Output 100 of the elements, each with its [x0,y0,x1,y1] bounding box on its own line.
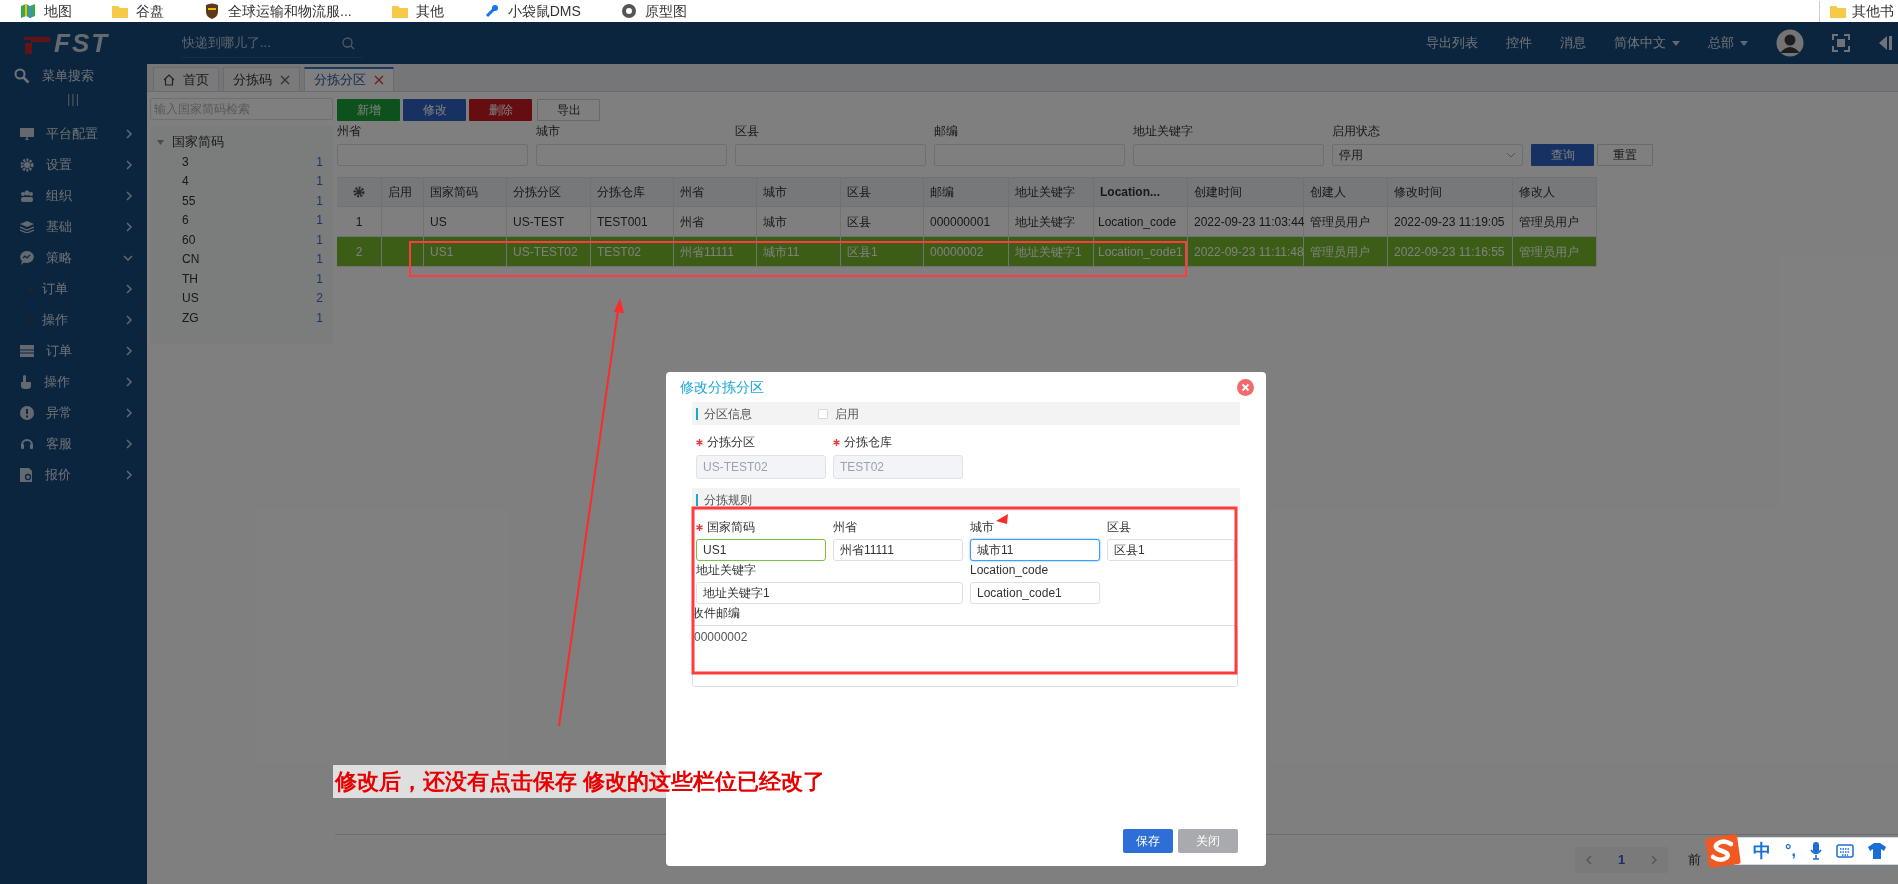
search-button[interactable]: 查询 [1531,144,1594,166]
column-header[interactable]: Location... [1094,178,1188,206]
checkbox[interactable]: 启用 [817,404,859,423]
sidebar-item[interactable]: 基础 [0,211,147,242]
sidebar-item[interactable]: 操作 [0,366,147,397]
nav-link[interactable]: 总部 [1708,33,1748,53]
gear-icon [20,157,34,172]
column-header[interactable]: 国家简码 [424,178,507,206]
field-label: 区县 [1107,519,1131,536]
shirt-icon[interactable] [1867,843,1886,859]
table-cell: 2022-09-23 11:03:44 [1188,207,1304,236]
bookmark[interactable]: 地图 [20,1,72,21]
sidebar-subitem[interactable]: 操作 [0,304,147,335]
nav-link[interactable]: 导出列表 [1426,33,1478,53]
column-header[interactable]: 州省 [674,178,757,206]
column-header[interactable]: 分拣仓库 [591,178,674,206]
column-header[interactable]: 地址关键字 [1009,178,1094,206]
tab[interactable]: 首页 [153,67,219,91]
column-header[interactable]: 创建人 [1304,178,1388,206]
tree-node[interactable]: 4 [182,172,189,191]
bookmark[interactable]: 其他书 [1819,0,1894,22]
nav-link[interactable]: 控件 [1506,33,1532,53]
tree-node[interactable]: TH [182,269,198,288]
row-number: 2 [337,237,382,266]
tree-node[interactable]: 3 [182,152,189,171]
tree-node[interactable]: 6 [182,211,189,230]
tree-node[interactable]: US [182,289,199,308]
count: 1 [316,251,323,269]
input-method-logo[interactable] [1704,833,1742,869]
dropdown[interactable]: 停用 [1332,144,1523,166]
close-icon[interactable] [1237,378,1254,396]
field-label: Location_code [970,562,1049,579]
input-field[interactable]: 州省11111 [833,539,963,561]
tree-node[interactable]: 国家简码 [172,132,224,152]
close-icon[interactable] [280,74,290,85]
table-cell: Location_code1 [1094,237,1188,266]
tree-node[interactable]: 60 [182,230,196,249]
sidebar-item[interactable]: 平台配置 [0,118,147,149]
punctuation-mode[interactable]: °, [1785,839,1796,863]
sidebar-item[interactable]: 策略 [0,242,147,273]
keyboard-icon[interactable] [1835,844,1854,858]
column-header[interactable]: 区县 [841,178,924,206]
tree-node[interactable]: ZG [182,308,199,327]
tab[interactable]: 分拣分区 [304,67,394,91]
bookmark[interactable]: 小袋鼠DMS [483,1,581,21]
sidebar-item[interactable]: 设置 [0,149,147,180]
previous-page-icon[interactable] [1585,854,1592,865]
tree-node[interactable]: CN [182,250,200,269]
toolbar-button[interactable]: 导出 [537,99,600,121]
sidebar-subitem[interactable]: 订单 [0,273,147,304]
field-label: 州省 [337,124,362,138]
column-header[interactable]: 邮编 [924,178,1009,206]
search-field[interactable]: 快递到哪儿了... [182,28,362,58]
tab[interactable]: 分拣码 [223,67,300,91]
input-field[interactable]: 区县1 [1107,539,1235,561]
column-header[interactable]: 创建时间 [1188,178,1304,206]
sidebar-item[interactable]: 客服 [0,428,147,459]
chevron-right-icon [125,345,133,356]
sidebar-item[interactable]: 组织 [0,180,147,211]
menu-toggle[interactable]: ||| [66,89,81,109]
close-icon[interactable] [374,75,384,85]
menu-search[interactable]: 菜单搜索 [0,64,147,88]
toolbar-button[interactable]: 删除 [469,99,532,121]
input-mode[interactable]: 中 [1753,837,1771,865]
table-cell: 地址关键字1 [1009,237,1094,266]
layers-icon [20,220,34,233]
toolbar-button[interactable]: 新增 [337,99,400,121]
page-number[interactable]: 1 [1618,849,1626,870]
bookmark[interactable]: 谷盘 [112,1,164,21]
input-field[interactable]: 城市11 [970,539,1100,561]
column-header[interactable]: 城市 [757,178,841,206]
fullscreen-icon[interactable] [1832,34,1850,52]
dialog-button[interactable]: 关闭 [1178,829,1238,853]
bookmark[interactable]: 其他 [391,1,444,21]
bookmark[interactable]: 原型图 [620,1,687,21]
column-header[interactable]: 启用 [382,178,424,206]
input-field[interactable]: 地址关键字1 [696,582,963,604]
next-page-icon[interactable] [1651,854,1659,865]
expand-arrow-icon[interactable] [157,139,164,145]
bookmark[interactable]: 全球运输和物流服... [204,1,352,21]
column-header[interactable]: 修改时间 [1388,178,1513,206]
sidebar-item[interactable]: 异常 [0,397,147,428]
sidebar-item[interactable]: 报价 [0,459,147,490]
tree-node[interactable]: 55 [182,191,196,210]
column-header[interactable]: 修改人 [1513,178,1597,206]
input-field[interactable]: US1 [696,539,826,561]
count: 1 [316,309,323,327]
sidebar-item[interactable]: 订单 [0,335,147,366]
collapse-icon[interactable] [1878,35,1892,51]
nav-link[interactable]: 消息 [1560,33,1586,53]
input-field[interactable]: Location_code1 [970,582,1100,604]
reset-button[interactable]: 重置 [1597,144,1653,166]
column-header[interactable]: 分拣分区 [507,178,591,206]
microphone-icon[interactable] [1809,842,1822,860]
settings-icon[interactable] [353,186,365,198]
table-row[interactable]: 1 US US-TEST TEST001 州省 城市 区县 000000001 地址关键字 Location_code 2022-09-23 11:03:44 管理员用户 2022-09-23 11:19:05 管理员用户 [337,207,1597,237]
dialog-button[interactable]: 保存 [1123,829,1173,853]
nav-link[interactable]: 简体中文 [1614,33,1680,53]
avatar[interactable] [1776,29,1804,57]
toolbar-button[interactable]: 修改 [403,99,466,121]
